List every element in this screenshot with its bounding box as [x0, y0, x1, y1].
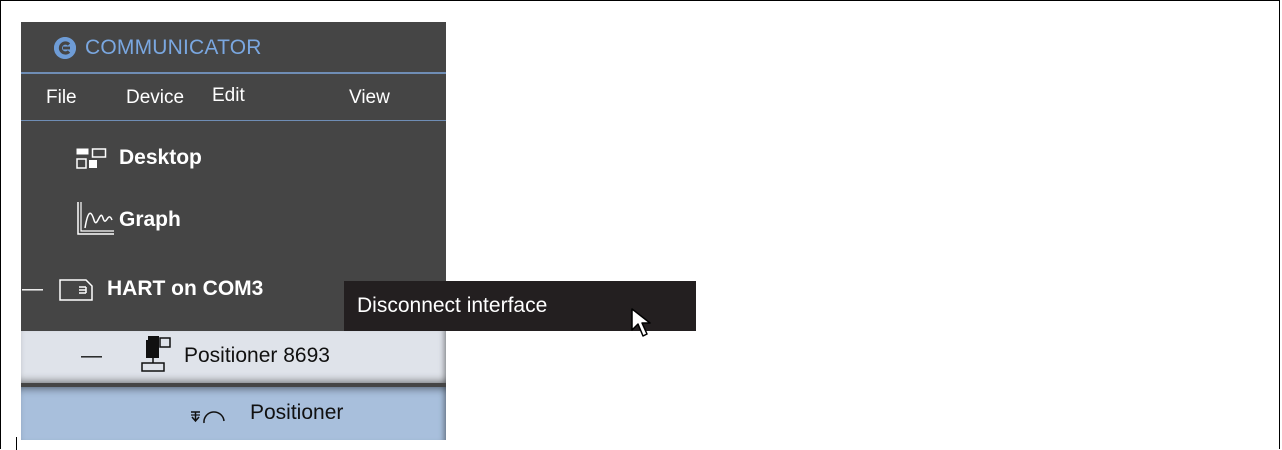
app-title: COMMUNICATOR — [85, 36, 262, 59]
menu-edit[interactable]: Edit — [212, 85, 245, 107]
tree-label-positioner: Positioner — [250, 401, 344, 424]
tree-label-graph: Graph — [119, 208, 181, 231]
menu-view[interactable]: View — [349, 87, 390, 109]
folder-interface-icon — [59, 279, 93, 301]
tree-label-hart: HART on COM3 — [107, 277, 264, 300]
tree-label-positioner-8693: Positioner 8693 — [184, 344, 330, 367]
mouse-cursor-icon — [631, 308, 651, 337]
tooltip-text: Disconnect interface — [357, 294, 548, 317]
menu-device[interactable]: Device — [126, 87, 184, 109]
logo-icon — [54, 37, 76, 59]
tree-item-positioner-8693[interactable]: — Positioner 8693 — [21, 331, 446, 383]
graph-icon — [77, 202, 114, 235]
communicator-panel: COMMUNICATOR File Device Edit View Deskt… — [21, 22, 446, 440]
tree-item-desktop[interactable]: Desktop — [21, 138, 446, 178]
title-separator — [21, 72, 446, 74]
device-icon — [141, 336, 171, 372]
tree-item-positioner[interactable]: Positioner — [21, 387, 446, 440]
desktop-icon — [76, 148, 107, 169]
collapse-toggle-hart[interactable]: — — [22, 277, 43, 301]
title-bar: COMMUNICATOR — [21, 22, 446, 73]
frame-edge — [16, 437, 17, 450]
tree-item-graph[interactable]: Graph — [21, 196, 446, 240]
tree-label-desktop: Desktop — [119, 146, 202, 169]
menu-file[interactable]: File — [46, 87, 77, 109]
positioner-function-icon — [191, 411, 225, 424]
menu-bar: File Device Edit View — [21, 75, 446, 120]
collapse-toggle-positioner-8693[interactable]: — — [81, 344, 102, 368]
menu-separator — [21, 120, 446, 121]
